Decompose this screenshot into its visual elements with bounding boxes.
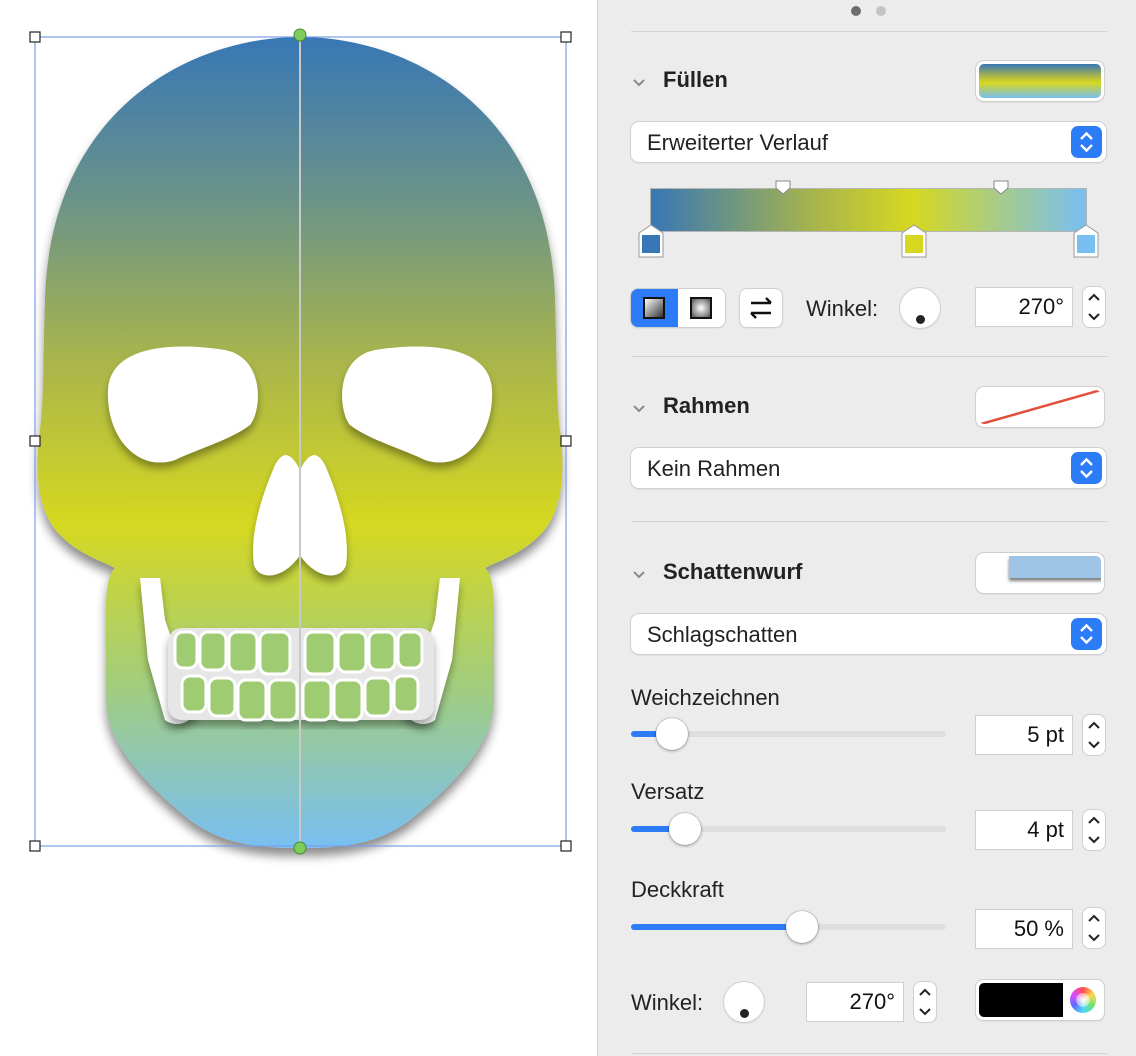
shadow-color-well[interactable] xyxy=(976,980,1104,1020)
fill-swatch[interactable] xyxy=(976,61,1104,101)
shadow-angle-field[interactable]: 270° xyxy=(807,983,903,1021)
gradient-stop-blue[interactable] xyxy=(638,224,664,258)
swap-arrows-icon xyxy=(750,297,772,319)
gradient-handle-top xyxy=(293,28,307,42)
gradient-stop-lightblue[interactable] xyxy=(1073,224,1099,258)
gradient-midpoint-marker[interactable] xyxy=(993,180,1009,196)
blur-slider-fill xyxy=(631,731,659,737)
offset-slider-thumb[interactable] xyxy=(669,813,701,845)
fill-angle-knob[interactable] xyxy=(900,288,940,328)
shadow-angle-label: Winkel: xyxy=(631,990,704,1015)
fill-angle-label: Winkel: xyxy=(806,296,879,321)
border-type-label: Kein Rahmen xyxy=(647,456,781,481)
blur-stepper[interactable] xyxy=(1083,715,1105,755)
canvas[interactable] xyxy=(0,0,597,1056)
fill-section-title: Füllen xyxy=(663,67,728,92)
fill-type-popup[interactable]: Erweiterter Verlauf xyxy=(631,122,1106,162)
blur-slider[interactable] xyxy=(631,718,946,750)
offset-label: Versatz xyxy=(631,779,705,804)
blur-label: Weichzeichnen xyxy=(631,685,780,710)
page-dot-active[interactable] xyxy=(851,6,861,16)
gradient-handle-bottom xyxy=(293,841,307,855)
linear-gradient-button[interactable] xyxy=(631,289,678,327)
linear-gradient-icon xyxy=(643,297,665,319)
offset-field[interactable]: 4 pt xyxy=(976,811,1072,849)
popup-arrows-icon xyxy=(1071,452,1102,484)
fill-angle-field[interactable]: 270° xyxy=(976,288,1072,326)
popup-arrows-icon xyxy=(1071,618,1102,650)
blur-field[interactable]: 5 pt xyxy=(976,716,1072,754)
divider xyxy=(631,31,1107,32)
shadow-type-label: Schlagschatten xyxy=(647,622,798,647)
skull-drawing[interactable] xyxy=(0,0,597,1056)
shadow-color-fill xyxy=(979,983,1063,1017)
divider xyxy=(631,356,1107,357)
inspector-sidebar: Füllen Erweiterter Verlauf Winkel: 270° xyxy=(597,0,1136,1056)
popup-arrows-icon xyxy=(1071,126,1102,158)
shadow-swatch[interactable] xyxy=(976,553,1104,593)
fill-type-label: Erweiterter Verlauf xyxy=(647,130,828,155)
fill-angle-stepper[interactable] xyxy=(1083,287,1105,327)
color-wheel-icon[interactable] xyxy=(1070,987,1096,1013)
radial-gradient-button[interactable] xyxy=(678,289,725,327)
gradient-bar[interactable] xyxy=(651,189,1086,231)
border-swatch[interactable] xyxy=(976,387,1104,427)
opacity-slider-fill xyxy=(631,924,789,930)
opacity-slider[interactable] xyxy=(631,911,946,943)
shadow-section-title: Schattenwurf xyxy=(663,559,803,584)
border-section-title: Rahmen xyxy=(663,393,750,418)
shadow-type-popup[interactable]: Schlagschatten xyxy=(631,614,1106,654)
no-border-icon xyxy=(980,390,1101,424)
page-dot[interactable] xyxy=(876,6,886,16)
shadow-angle-stepper[interactable] xyxy=(914,982,936,1022)
gradient-type-segmented xyxy=(631,289,725,327)
opacity-slider-thumb[interactable] xyxy=(786,911,818,943)
divider xyxy=(631,521,1107,522)
offset-slider[interactable] xyxy=(631,813,946,845)
opacity-field[interactable]: 50 % xyxy=(976,910,1072,948)
divider xyxy=(631,1053,1107,1054)
blur-slider-thumb[interactable] xyxy=(656,718,688,750)
shadow-angle-knob[interactable] xyxy=(724,982,764,1022)
radial-gradient-icon xyxy=(690,297,712,319)
chevron-down-icon[interactable] xyxy=(631,566,647,582)
offset-stepper[interactable] xyxy=(1083,810,1105,850)
swap-gradient-button[interactable] xyxy=(740,289,782,327)
chevron-down-icon[interactable] xyxy=(631,74,647,90)
chevron-down-icon[interactable] xyxy=(631,400,647,416)
opacity-stepper[interactable] xyxy=(1083,908,1105,948)
offset-slider-fill xyxy=(631,826,672,832)
opacity-label: Deckkraft xyxy=(631,877,724,902)
gradient-midpoint-marker[interactable] xyxy=(775,180,791,196)
border-type-popup[interactable]: Kein Rahmen xyxy=(631,448,1106,488)
gradient-stop-yellow[interactable] xyxy=(901,224,927,258)
